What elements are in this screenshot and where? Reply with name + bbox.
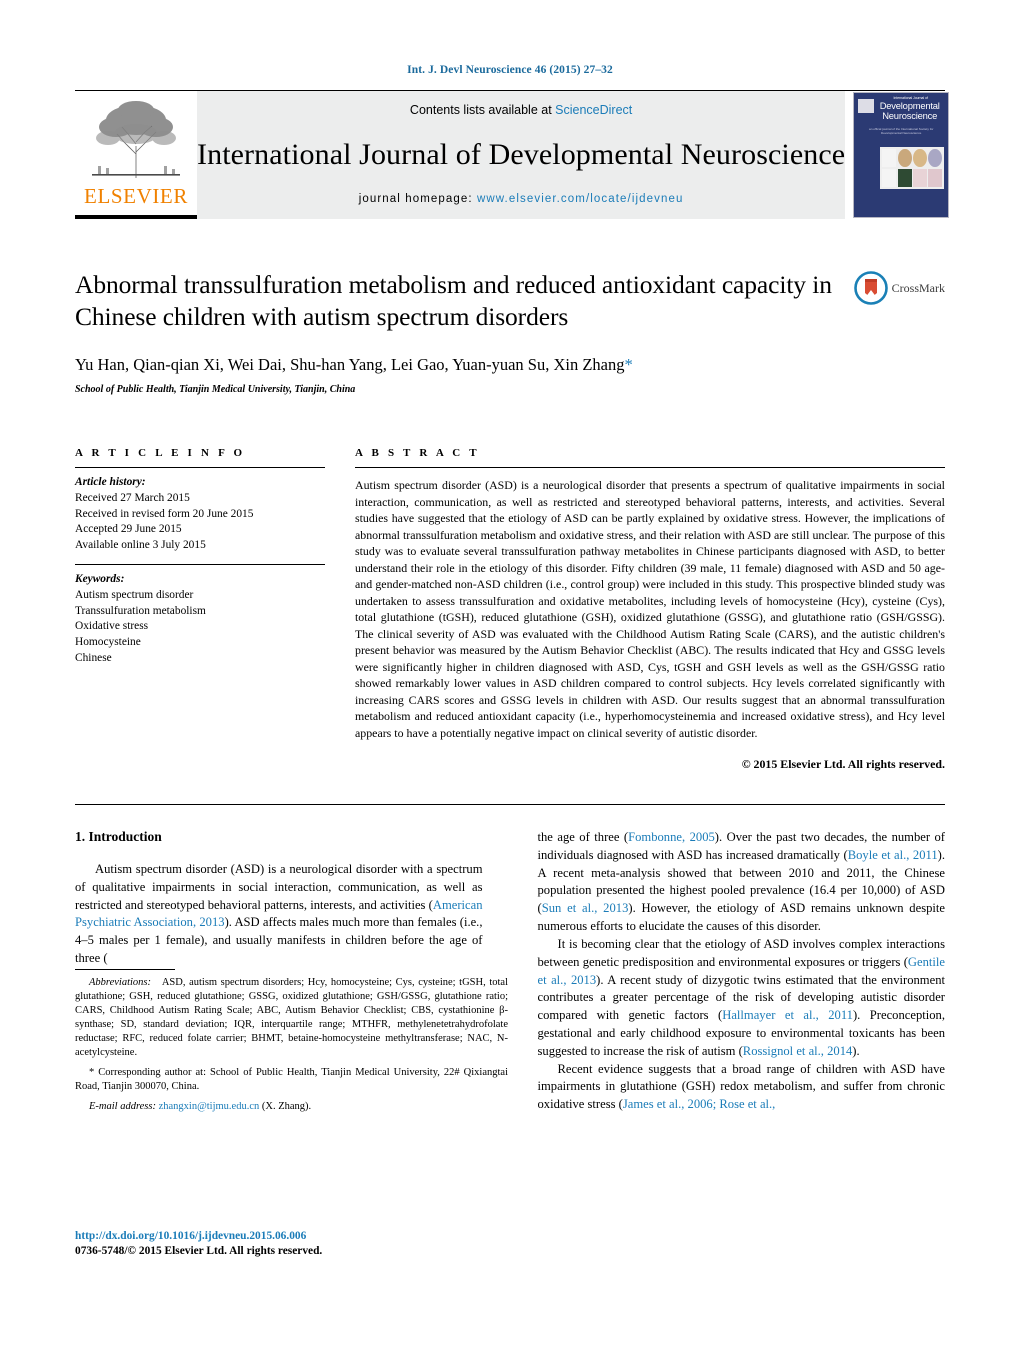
history-item: Available online 3 July 2015 (75, 538, 206, 551)
title-block: Abnormal transsulfuration metabolism and… (75, 269, 945, 395)
page-title: Abnormal transsulfuration metabolism and… (75, 270, 832, 332)
cover-cell (913, 149, 927, 168)
cover-cell (913, 168, 927, 187)
intro-paragraph-2: It is becoming clear that the etiology o… (538, 936, 946, 1061)
corresponding-author-marker: * (624, 355, 633, 375)
crossmark-badge[interactable]: CrossMark (853, 271, 945, 305)
keywords-group: Keywords: Autism spectrum disorder Trans… (75, 572, 325, 666)
keyword-item: Autism spectrum disorder (75, 589, 194, 601)
citation-boyle[interactable]: Boyle et al., 2011 (848, 848, 938, 862)
cover-society-badge (858, 99, 875, 113)
body-column-right: the age of three (Fombonne, 2005). Over … (538, 829, 946, 1114)
keyword-item: Homocysteine (75, 635, 141, 648)
info-abstract-row: A R T I C L E I N F O Article history: R… (75, 447, 945, 772)
article-history-label: Article history: (75, 476, 146, 489)
crossmark-icon (853, 271, 888, 305)
citation-fombonne[interactable]: Fombonne, 2005 (628, 830, 715, 844)
cover-cell (897, 149, 912, 168)
page-footer: http://dx.doi.org/10.1016/j.ijdevneu.201… (75, 1229, 508, 1259)
email-suffix: (X. Zhang). (261, 1101, 312, 1113)
cover-cell (882, 168, 897, 187)
journal-cover-image: International Journal of Developmental N… (853, 92, 950, 218)
intro-p2-d: ). (852, 1043, 860, 1058)
divider (75, 564, 325, 566)
abstract-text: Autism spectrum disorder (ASD) is a neur… (355, 478, 945, 740)
cover-header: International Journal of Developmental N… (858, 96, 944, 137)
history-item: Received in revised form 20 June 2015 (75, 507, 254, 520)
section-heading-introduction: 1. Introduction (75, 829, 162, 844)
journal-cover-block: International Journal of Developmental N… (851, 91, 951, 219)
article-info-heading: A R T I C L E I N F O (75, 447, 246, 460)
keyword-item: Transsulfuration metabolism (75, 604, 206, 617)
keyword-item: Oxidative stress (75, 620, 149, 633)
homepage-url-link[interactable]: www.elsevier.com/locate/ijdevneu (477, 193, 684, 205)
abbreviations-footnote: Abbreviations: ASD, autism spectrum diso… (75, 976, 508, 1060)
intro-paragraph-3: Recent evidence suggests that a broad ra… (538, 1061, 946, 1114)
corresponding-marker: * (89, 1067, 95, 1079)
footnote-divider (75, 969, 175, 971)
article-history-group: Article history: Received 27 March 2015 … (75, 475, 325, 553)
corresponding-author-footnote: * Corresponding author at: School of Pub… (75, 1066, 508, 1094)
citation-james-rose[interactable]: James et al., 2006; Rose et al., (623, 1097, 776, 1111)
cover-cell (897, 168, 912, 187)
elsevier-rule (75, 215, 197, 219)
history-item: Received 27 March 2015 (75, 491, 190, 504)
author-names: Yu Han, Qian-qian Xi, Wei Dai, Shu-han Y… (75, 355, 625, 375)
cover-cell (882, 149, 897, 168)
crossmark-label: CrossMark (891, 280, 945, 295)
footnote-area: Abbreviations: ASD, autism spectrum diso… (75, 969, 508, 1114)
keywords-label: Keywords: (75, 573, 125, 586)
cover-tagline: an offical journal of the International … (868, 127, 934, 135)
journal-masthead: ELSEVIER Contents lists available at Sci… (75, 90, 950, 219)
abstract-heading: A B S T R A C T (355, 447, 480, 460)
citation-sun[interactable]: Sun et al., 2013 (542, 901, 629, 915)
cover-journal-name: Developmental Neuroscience (875, 100, 944, 122)
cover-line3: Neuroscience (882, 110, 938, 122)
history-item: Accepted 29 June 2015 (75, 523, 182, 536)
running-head: Int. J. Devl Neuroscience 46 (2015) 27–3… (407, 64, 613, 76)
title-text-group: Abnormal transsulfuration metabolism and… (75, 269, 845, 395)
divider (75, 467, 325, 469)
email-footnote: E-mail address: zhangxin@tijmu.edu.cn (X… (75, 1100, 508, 1114)
journal-title: International Journal of Developmental N… (197, 138, 846, 171)
sciencedirect-link[interactable]: ScienceDirect (555, 103, 632, 117)
intro-paragraph-1-right: the age of three (Fombonne, 2005). Over … (538, 829, 946, 936)
citation-hallmayer[interactable]: Hallmayer et al., 2011 (722, 1008, 853, 1022)
intro-paragraph-1-left: Autism spectrum disorder (ASD) is a neur… (75, 861, 483, 968)
email-label: E-mail address: (89, 1101, 156, 1113)
abstract-copyright: © 2015 Elsevier Ltd. All rights reserved… (741, 757, 945, 771)
affiliation: School of Public Health, Tianjin Medical… (75, 384, 356, 396)
body-divider (75, 804, 945, 805)
issn-copyright-line: 0736-5748/© 2015 Elsevier Ltd. All right… (75, 1245, 323, 1258)
homepage-prefix: journal homepage: (358, 193, 477, 205)
article-info-column: A R T I C L E I N F O Article history: R… (75, 447, 325, 772)
intro-text-a: Autism spectrum disorder (ASD) is a neur… (75, 862, 483, 912)
article-page: Int. J. Devl Neuroscience 46 (2015) 27–3… (0, 0, 1020, 1351)
elsevier-tree-icon (92, 101, 180, 178)
intro-p2-a: It is becoming clear that the etiology o… (537, 936, 946, 969)
cover-cell (928, 149, 943, 168)
masthead-center: Contents lists available at ScienceDirec… (197, 91, 846, 219)
citation-rossignol[interactable]: Rossignol et al., 2014 (743, 1044, 853, 1058)
elsevier-wordmark: ELSEVIER (84, 184, 188, 208)
abstract-column: A B S T R A C T Autism spectrum disorder… (355, 447, 945, 772)
corresponding-text: Corresponding author at: School of Publi… (75, 1067, 508, 1093)
contents-prefix: Contents lists available at (409, 103, 556, 117)
divider (355, 467, 945, 469)
intro-text-b-cont: the age of three ( (537, 830, 629, 844)
journal-homepage-line: journal homepage: www.elsevier.com/locat… (359, 193, 684, 205)
contents-list-line: Contents lists available at ScienceDirec… (410, 103, 632, 117)
keyword-item: Chinese (75, 651, 112, 664)
body-columns: 1. Introduction Autism spectrum disorder… (75, 829, 945, 1114)
author-list: Yu Han, Qian-qian Xi, Wei Dai, Shu-han Y… (75, 355, 845, 375)
cover-figure-grid (880, 147, 945, 189)
abbreviations-text: ASD, autism spectrum disorders; Hcy, hom… (75, 977, 508, 1059)
elsevier-logo: ELSEVIER (75, 91, 197, 219)
cover-cell (928, 168, 943, 187)
doi-link[interactable]: http://dx.doi.org/10.1016/j.ijdevneu.201… (75, 1229, 508, 1244)
abbreviations-label: Abbreviations: (89, 977, 152, 989)
body-column-left: 1. Introduction Autism spectrum disorder… (75, 829, 508, 1114)
email-link[interactable]: zhangxin@tijmu.edu.cn (159, 1101, 260, 1112)
